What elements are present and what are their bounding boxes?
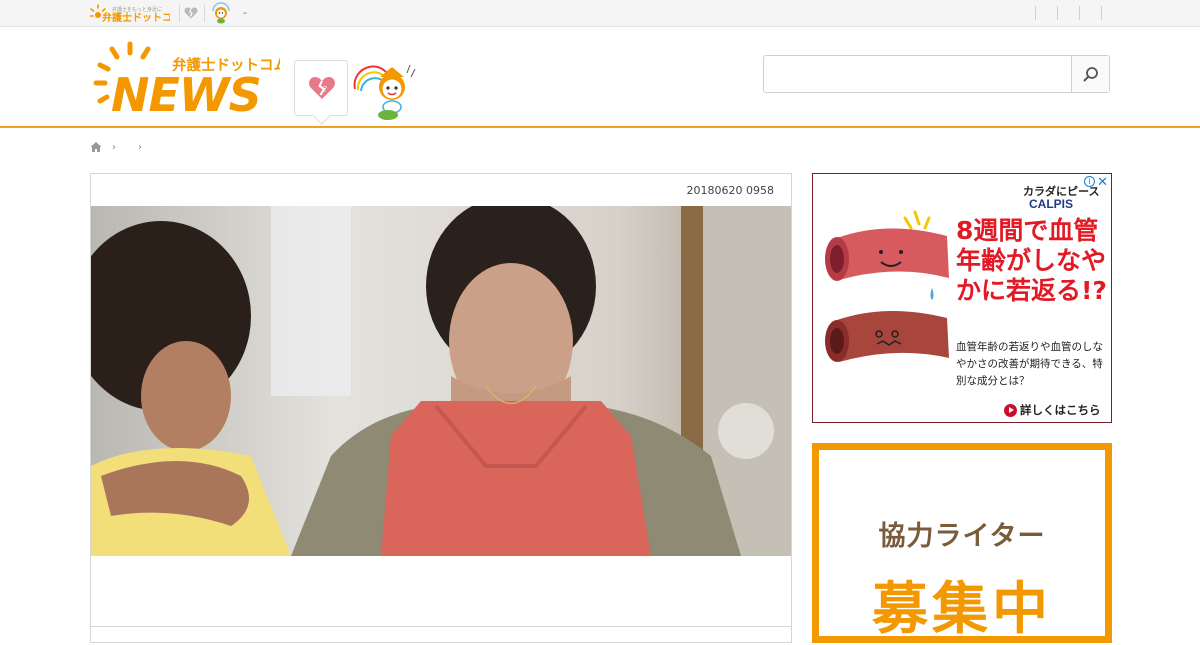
- breadcrumb-separator: ›: [112, 141, 116, 153]
- topbar-divider: [1101, 6, 1102, 20]
- topbar-divider: [204, 5, 205, 22]
- ad-brand-name: CALPIS: [1029, 197, 1074, 211]
- topbar-dash: -: [243, 6, 247, 19]
- ad-headline: 8週間で血管年齢がしなやかに若返る!?: [956, 216, 1107, 305]
- play-icon: [1004, 404, 1017, 417]
- site-mini-logo[interactable]: 弁護士をもっと身近に 弁護士ドットコム: [90, 3, 170, 24]
- kitchen-scene-image: [91, 206, 791, 556]
- mascot-icon[interactable]: [210, 2, 232, 24]
- svg-text:?: ?: [323, 85, 327, 94]
- ad-cta-link[interactable]: 詳しくはこちら: [1020, 402, 1101, 418]
- site-header: 弁護士ドットコム NEWS ?: [0, 27, 1200, 128]
- article-date: 20180620 0958: [686, 184, 774, 197]
- breadcrumb: › ›: [90, 140, 142, 154]
- broken-heart-icon[interactable]: [184, 6, 198, 20]
- writer-recruit-banner[interactable]: 協力ライター 募集中: [812, 443, 1112, 643]
- topbar-divider: [1057, 6, 1058, 20]
- article-divider: [91, 626, 791, 627]
- advertisement[interactable]: i ✕ カラダにピース CALPIS 8週間で血管年齢がしなやかに若返る!? 血…: [812, 173, 1112, 423]
- topbar-divider: [179, 5, 180, 22]
- article-photo: [91, 206, 791, 556]
- breadcrumb-separator: ›: [138, 141, 142, 153]
- recruit-subtitle: 募集中: [872, 577, 1052, 642]
- mini-logo-text: 弁護士ドットコム: [102, 11, 170, 24]
- broken-heart-icon: ?: [309, 77, 335, 99]
- search-icon: [1083, 67, 1098, 82]
- site-logo[interactable]: 弁護士ドットコム NEWS: [90, 39, 280, 117]
- logo-en: NEWS: [111, 68, 261, 117]
- recruit-title: 協力ライター: [878, 521, 1046, 552]
- topbar-divider: [1079, 6, 1080, 20]
- topbar-divider: [1035, 6, 1036, 20]
- ad-subtext: 血管年齢の若返りや血管のしなやかさの改善が期待できる、特別な成分とは？: [956, 341, 1103, 387]
- top-utility-bar: 弁護士をもっと身近に 弁護士ドットコム -: [0, 0, 1200, 27]
- search-input[interactable]: [764, 56, 1071, 92]
- mini-logo-tagline: 弁護士をもっと身近に: [112, 6, 162, 13]
- home-icon[interactable]: [90, 141, 102, 153]
- search-box: [763, 55, 1110, 93]
- article-card: 20180620 0958: [90, 173, 792, 643]
- heart-button[interactable]: ?: [294, 60, 348, 116]
- mascot-icon[interactable]: [352, 63, 418, 121]
- blood-vessel-illustration: [825, 210, 949, 362]
- search-button[interactable]: [1071, 56, 1109, 92]
